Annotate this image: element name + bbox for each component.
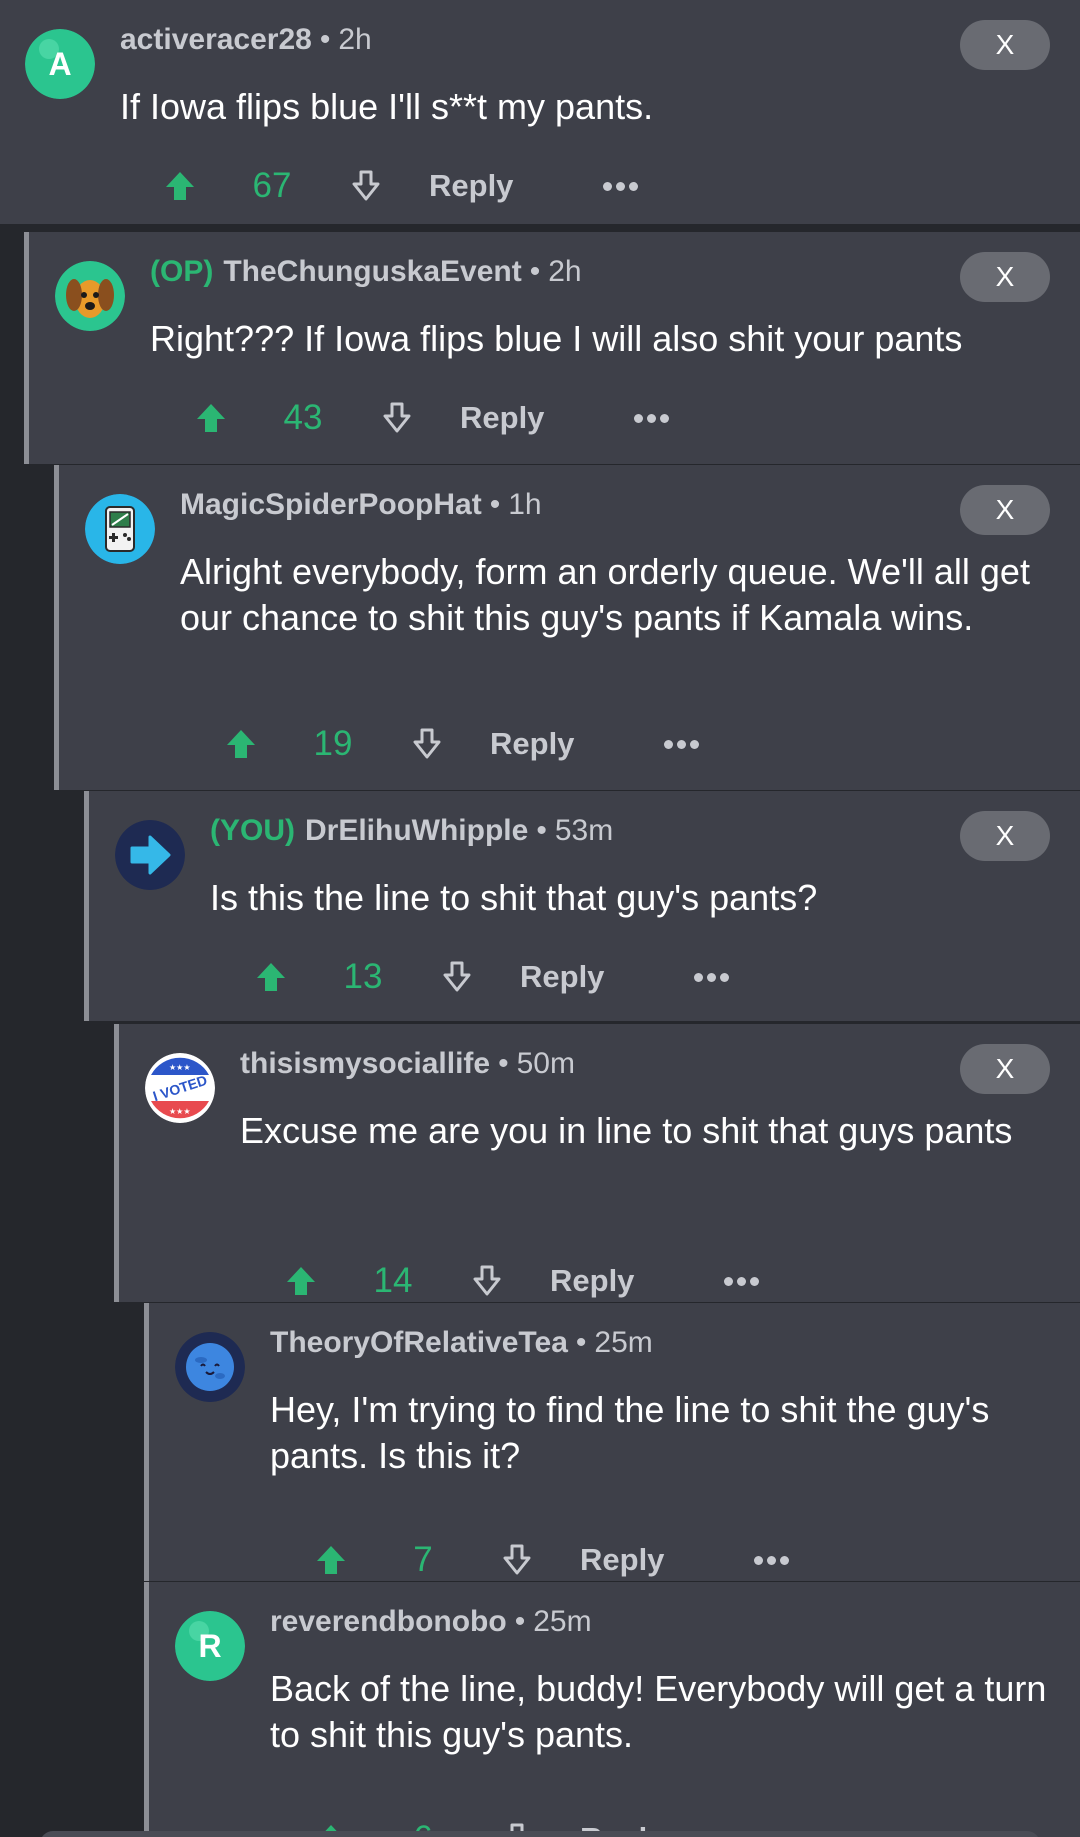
thread-line[interactable] <box>84 791 89 1021</box>
username[interactable]: activeracer28 <box>120 23 312 56</box>
comment-meta: reverendbonobo • 25m <box>270 1600 592 1644</box>
vote-score: 13 <box>343 957 383 996</box>
upvote-arrow-icon[interactable] <box>163 158 197 214</box>
reply-button[interactable]: Reply <box>429 158 513 214</box>
meta-separator: • <box>536 814 547 847</box>
downvote-arrow-icon[interactable] <box>470 1253 504 1309</box>
thread-line[interactable] <box>54 465 59 790</box>
downvote-arrow-icon[interactable] <box>500 1532 534 1588</box>
vote-score: 43 <box>283 398 323 437</box>
close-button[interactable]: X <box>960 811 1050 861</box>
comment-meta: activeracer28 • 2h <box>120 18 372 62</box>
upvote-arrow-icon[interactable] <box>254 949 288 1005</box>
comment-card: I VOTED ★★★ ★★★ thisismysociallife • 50m X… <box>114 1024 1080 1302</box>
more-options-icon[interactable] <box>595 158 645 214</box>
upvote-arrow-icon[interactable] <box>194 390 228 446</box>
more-options-icon[interactable] <box>686 949 736 1005</box>
username[interactable]: MagicSpiderPoopHat <box>180 488 482 521</box>
you-tag: (YOU) <box>210 814 295 847</box>
comment-card: (YOU) DrElihuWhipple • 53m X Is this the li… <box>84 791 1080 1021</box>
upvote-arrow-icon[interactable] <box>314 1532 348 1588</box>
comment-card: MagicSpiderPoopHat • 1h X Alright everybod… <box>54 465 1080 790</box>
comment-card: A activeracer28 • 2h X If Iowa flips blue … <box>0 0 1080 224</box>
username[interactable]: thisismysociallife <box>240 1047 490 1080</box>
more-options-icon[interactable] <box>746 1532 796 1588</box>
upvote-arrow-icon[interactable] <box>224 716 258 772</box>
letter-avatar-icon[interactable]: R <box>175 1611 245 1681</box>
meta-separator: • <box>575 1326 587 1359</box>
timestamp: 50m <box>516 1047 575 1080</box>
comment-body: Alright everybody, form an orderly queue… <box>180 551 1030 638</box>
timestamp: 25m <box>594 1326 653 1359</box>
timestamp: 2h <box>548 255 582 288</box>
reply-button[interactable]: Reply <box>580 1532 664 1588</box>
thread-line[interactable] <box>144 1303 149 1581</box>
svg-text:A: A <box>48 46 71 82</box>
reply-button[interactable]: Reply <box>490 716 574 772</box>
thread-line[interactable] <box>144 1582 149 1837</box>
timestamp: 25m <box>533 1605 592 1638</box>
reply-button[interactable]: Reply <box>460 390 544 446</box>
svg-text:★★★: ★★★ <box>169 1063 191 1072</box>
smiling-planet-icon[interactable] <box>175 1332 245 1402</box>
comment-meta: MagicSpiderPoopHat • 1h <box>180 483 542 527</box>
comment-card: R reverendbonobo • 25m Back of the line, b… <box>144 1582 1080 1837</box>
vote-score: 14 <box>373 1261 413 1300</box>
upvote-arrow-icon[interactable] <box>284 1253 318 1309</box>
thread-line[interactable] <box>114 1024 119 1302</box>
downvote-arrow-icon[interactable] <box>349 158 383 214</box>
comment-body: Right??? If Iowa flips blue I will also … <box>150 318 963 359</box>
timestamp: 1h <box>508 488 542 521</box>
comment-body: Hey, I'm trying to find the line to shit… <box>270 1389 990 1476</box>
comment-meta: thisismysociallife • 50m <box>240 1042 575 1086</box>
meta-separator: • <box>514 1605 526 1638</box>
comment-thread: A activeracer28 • 2h X If Iowa flips blue … <box>0 0 1080 1837</box>
downvote-arrow-icon[interactable] <box>440 949 474 1005</box>
reply-button[interactable]: Reply <box>550 1253 634 1309</box>
more-options-icon[interactable] <box>716 1253 766 1309</box>
vote-score: 67 <box>252 166 292 205</box>
meta-separator: • <box>498 1047 509 1080</box>
downvote-arrow-icon[interactable] <box>410 716 444 772</box>
comment-body: Excuse me are you in line to shit that g… <box>240 1110 1013 1151</box>
username[interactable]: reverendbonobo <box>270 1605 507 1638</box>
meta-separator: • <box>319 23 331 56</box>
comment-body: Is this the line to shit that guy's pant… <box>210 877 818 918</box>
comment-body: Back of the line, buddy! Everybody will … <box>270 1668 1047 1755</box>
comment-body: If Iowa flips blue I'll s**t my pants. <box>120 86 654 127</box>
more-options-icon[interactable] <box>656 716 706 772</box>
username[interactable]: TheChunguskaEvent <box>223 255 521 288</box>
close-button[interactable]: X <box>960 20 1050 70</box>
vote-score: 7 <box>413 1540 433 1579</box>
handheld-game-icon[interactable] <box>85 494 155 564</box>
timestamp: 2h <box>338 23 372 56</box>
close-button[interactable]: X <box>960 252 1050 302</box>
more-options-icon[interactable] <box>626 390 676 446</box>
reply-button[interactable]: Reply <box>520 949 604 1005</box>
close-button[interactable]: X <box>960 485 1050 535</box>
timestamp: 53m <box>554 814 614 847</box>
vote-score: 19 <box>313 724 353 763</box>
letter-avatar-icon[interactable]: A <box>25 29 95 99</box>
close-button[interactable]: X <box>960 1044 1050 1094</box>
svg-text:★★★: ★★★ <box>169 1107 191 1116</box>
username[interactable]: DrElihuWhipple <box>305 814 528 847</box>
svg-text:R: R <box>198 1628 221 1664</box>
downvote-arrow-icon[interactable] <box>380 390 414 446</box>
comment-meta: TheoryOfRelativeTea • 25m <box>270 1321 653 1365</box>
comment-card: TheoryOfRelativeTea • 25m Hey, I'm trying … <box>144 1303 1080 1581</box>
comment-meta: (OP) TheChunguskaEvent • 2h <box>150 250 582 294</box>
comment-meta: (YOU) DrElihuWhipple • 53m <box>210 809 613 853</box>
op-tag: (OP) <box>150 255 214 288</box>
meta-separator: • <box>489 488 501 521</box>
meta-separator: • <box>529 255 541 288</box>
i-voted-sticker-icon[interactable]: I VOTED ★★★ ★★★ <box>145 1053 215 1123</box>
bottom-sheet-edge <box>40 1831 1040 1837</box>
dog-icon[interactable] <box>55 261 125 331</box>
comment-card: (OP) TheChunguskaEvent • 2h X Right??? If I… <box>24 232 1080 464</box>
username[interactable]: TheoryOfRelativeTea <box>270 1326 568 1359</box>
thread-line[interactable] <box>24 232 29 464</box>
arrow-right-icon[interactable] <box>115 820 185 890</box>
